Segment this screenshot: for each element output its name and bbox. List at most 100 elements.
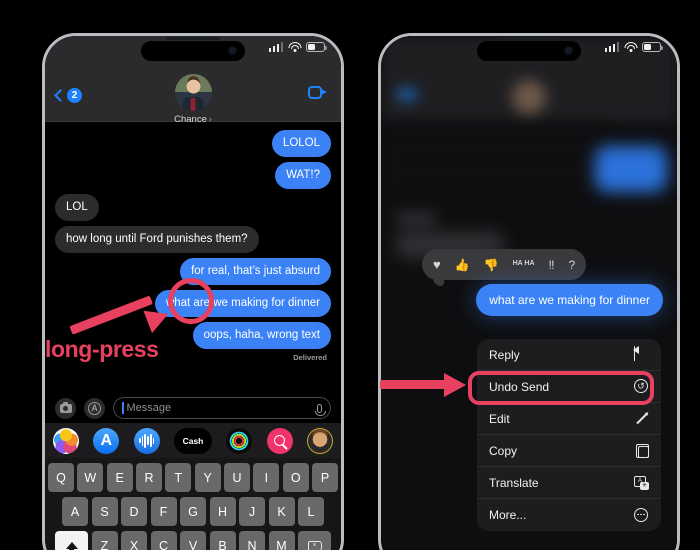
message-placeholder: Message: [126, 402, 172, 414]
apps-button[interactable]: A: [84, 397, 105, 419]
annotation-arrow-undo-send: [380, 367, 476, 401]
message-bubble-sent[interactable]: oops, haha, wrong text: [192, 321, 336, 349]
key-h[interactable]: H: [209, 497, 236, 526]
key-w[interactable]: W: [77, 463, 104, 492]
key-m[interactable]: M: [268, 531, 295, 550]
key-q[interactable]: Q: [48, 463, 74, 492]
text-caret: [122, 402, 124, 414]
reply-arrow-icon: [634, 346, 649, 362]
contact-name: Chance ›: [45, 114, 341, 125]
menu-item-translate-label: Translate: [489, 475, 539, 490]
message-bubble-received[interactable]: LOL: [55, 193, 99, 221]
tapback-emphasis[interactable]: ‼: [549, 259, 555, 271]
message-bubble-sent[interactable]: LOLOL: [271, 130, 331, 157]
menu-item-copy[interactable]: Copy: [477, 435, 661, 467]
keyboard-row-3: Z X C V B N M ×: [48, 531, 338, 550]
tapback-thumbs-up[interactable]: 👍: [455, 259, 470, 271]
app-drawer: A Cash: [45, 423, 341, 458]
context-menu: Reply Undo Send ↺ Edit Copy Translate A …: [477, 339, 661, 531]
battery-icon: [642, 42, 663, 52]
menu-item-reply-label: Reply: [489, 347, 520, 362]
key-o[interactable]: O: [282, 463, 309, 492]
right-status-bar: [604, 42, 663, 52]
key-p[interactable]: P: [312, 463, 338, 492]
key-b[interactable]: B: [209, 531, 236, 550]
backspace-key[interactable]: ×: [298, 531, 331, 550]
message-input-bar: A Message: [45, 393, 341, 423]
key-y[interactable]: Y: [194, 463, 221, 492]
apple-cash-label: Cash: [182, 435, 204, 446]
tapback-thumbs-down[interactable]: 👎: [484, 259, 499, 271]
microphone-icon[interactable]: [315, 403, 326, 416]
key-v[interactable]: V: [180, 531, 206, 550]
key-n[interactable]: N: [239, 531, 265, 550]
audio-message-icon[interactable]: [133, 427, 160, 454]
key-s[interactable]: S: [91, 497, 118, 526]
key-j[interactable]: J: [239, 497, 265, 526]
message-row: LOLOL: [55, 130, 331, 157]
copy-icon: [634, 443, 649, 458]
key-i[interactable]: I: [253, 463, 280, 492]
app-store-icon: A: [88, 401, 101, 415]
key-t[interactable]: T: [165, 463, 192, 492]
menu-item-translate[interactable]: Translate: [477, 467, 661, 499]
key-a[interactable]: A: [62, 497, 88, 526]
earpiece-speaker: [166, 37, 220, 40]
annotation-long-press-label: long-press: [45, 336, 159, 362]
key-r[interactable]: R: [136, 463, 162, 492]
key-k[interactable]: K: [268, 497, 295, 526]
key-e[interactable]: E: [106, 463, 133, 492]
translate-icon: [634, 475, 649, 490]
annotation-rect-undo-send: [468, 371, 654, 405]
fitness-app-icon[interactable]: [226, 427, 253, 454]
message-bubble-received[interactable]: how long until Ford punishes them?: [51, 225, 259, 253]
magnifier-icon: [274, 435, 286, 446]
earpiece-speaker: [502, 37, 556, 40]
key-x[interactable]: X: [121, 531, 147, 550]
contact-chevron-icon: ›: [208, 114, 212, 124]
tapback-question[interactable]: ?: [569, 259, 576, 271]
message-row: LOL: [55, 193, 331, 221]
menu-item-reply[interactable]: Reply: [477, 339, 661, 371]
memoji-icon[interactable]: [306, 427, 333, 454]
selected-message-bubble[interactable]: what are we making for dinner: [476, 284, 663, 316]
menu-item-edit-label: Edit: [489, 411, 510, 426]
avatar: [174, 74, 212, 111]
right-phone-mockup: ♥ 👍 👎 HA HA ‼ ? what are we making for d…: [378, 33, 680, 550]
right-phone-screen: ♥ 👍 👎 HA HA ‼ ? what are we making for d…: [381, 36, 677, 550]
photos-app-icon[interactable]: [53, 427, 79, 454]
message-input-field[interactable]: Message: [113, 397, 331, 419]
key-c[interactable]: C: [150, 531, 177, 550]
key-d[interactable]: D: [121, 497, 147, 526]
key-l[interactable]: L: [298, 497, 324, 526]
app-store-app-icon[interactable]: A: [93, 427, 120, 454]
more-ellipsis-icon: [634, 507, 649, 523]
signal-bars-icon: [604, 42, 619, 52]
dynamic-island: [477, 41, 581, 61]
contact-header[interactable]: Chance ›: [45, 74, 341, 125]
camera-button[interactable]: [55, 397, 76, 419]
left-status-bar: [268, 42, 327, 52]
apple-cash-icon[interactable]: Cash: [173, 427, 212, 454]
keyboard-row-1: Q W E R T Y U I O P: [48, 463, 338, 492]
message-row: how long until Ford punishes them?: [51, 225, 331, 253]
pencil-icon: [634, 411, 649, 426]
dynamic-island: [141, 41, 245, 61]
key-u[interactable]: U: [224, 463, 250, 492]
key-f[interactable]: F: [150, 497, 177, 526]
key-g[interactable]: G: [180, 497, 206, 526]
menu-item-more[interactable]: More...: [477, 499, 661, 531]
message-bubble-sent[interactable]: WAT!?: [275, 161, 335, 189]
wifi-icon: [624, 42, 637, 52]
battery-icon: [306, 42, 327, 52]
images-search-icon[interactable]: [266, 427, 293, 454]
tapback-heart[interactable]: ♥: [433, 258, 441, 271]
camera-icon: [59, 401, 72, 413]
shift-arrow-icon: [65, 542, 78, 550]
key-z[interactable]: Z: [91, 531, 118, 550]
shift-key[interactable]: [55, 531, 88, 550]
tapback-haha[interactable]: HA HA: [513, 260, 535, 268]
keyboard-row-2: A S D F G H J K L: [48, 497, 338, 526]
menu-item-edit[interactable]: Edit: [477, 403, 661, 435]
wifi-icon: [288, 42, 301, 52]
